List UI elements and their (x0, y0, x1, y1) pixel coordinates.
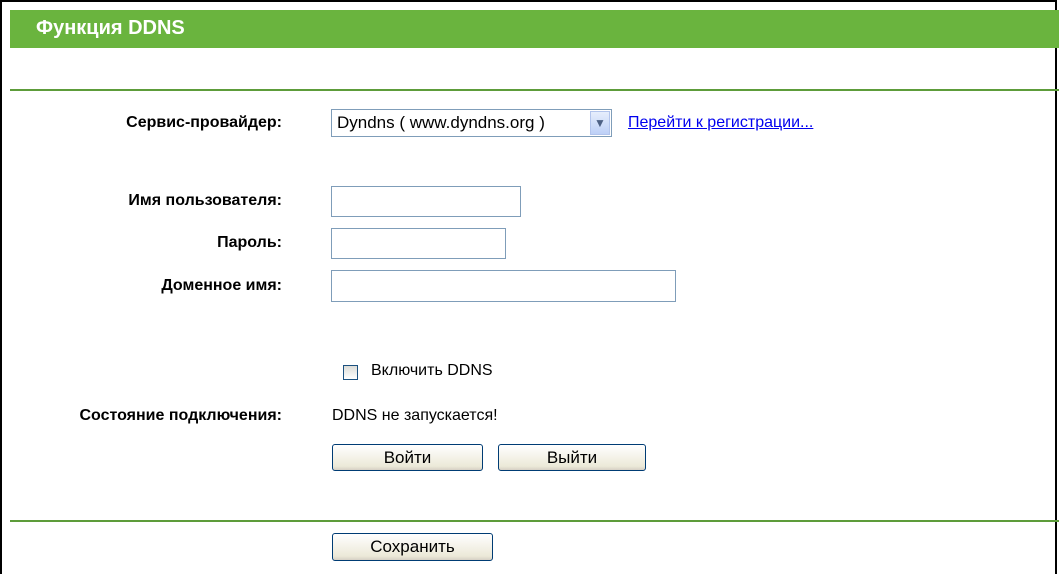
page-title: Функция DDNS (36, 17, 185, 39)
provider-label: Сервис-провайдер: (126, 114, 282, 131)
title-bar: Функция DDNS (10, 10, 1059, 48)
username-label: Имя пользователя: (128, 192, 282, 209)
provider-selected-value: Dyndns ( www.dyndns.org ) (337, 113, 545, 132)
register-link[interactable]: Перейти к регистрации... (628, 114, 813, 132)
password-label: Пароль: (217, 234, 282, 251)
enable-ddns-label: Включить DDNS (371, 362, 493, 379)
login-button[interactable]: Войти (332, 444, 483, 471)
save-button[interactable]: Сохранить (332, 533, 493, 561)
chevron-down-icon[interactable]: ▼ (590, 111, 610, 135)
password-input[interactable] (331, 228, 506, 259)
username-input[interactable] (331, 186, 521, 217)
bottom-divider (10, 520, 1059, 522)
enable-ddns-checkbox[interactable] (343, 365, 358, 380)
top-divider (10, 89, 1059, 91)
status-value: DDNS не запускается! (332, 407, 498, 424)
logout-button[interactable]: Выйти (498, 444, 646, 471)
domain-input[interactable] (331, 270, 676, 302)
status-label: Состояние подключения: (79, 407, 282, 424)
provider-select[interactable]: Dyndns ( www.dyndns.org ) ▼ (331, 109, 612, 137)
domain-label: Доменное имя: (161, 277, 282, 294)
